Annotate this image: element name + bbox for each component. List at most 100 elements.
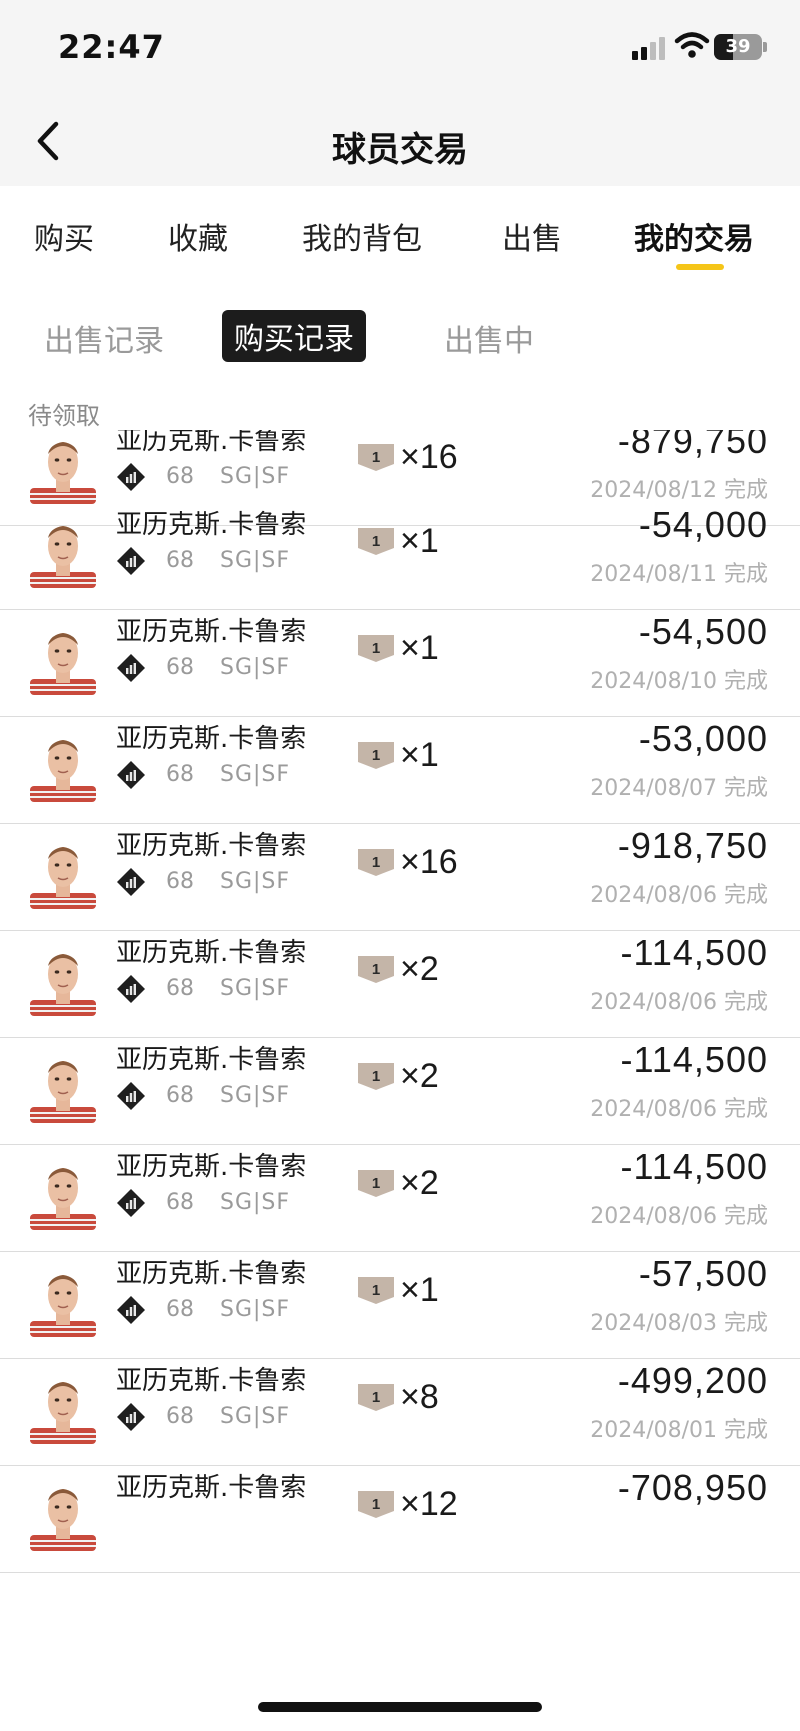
svg-text:1: 1	[372, 533, 380, 550]
player-name: 亚历克斯.卡鲁索	[116, 1045, 307, 1075]
price: -53,000	[638, 718, 768, 759]
price: -114,500	[620, 1039, 768, 1080]
player-positions: SG|SF	[220, 1190, 291, 1215]
transaction-row[interactable]: 亚历克斯.卡鲁索 68 SG|SF 1 ×16 -918,750 2024/08…	[0, 813, 800, 931]
price: -54,000	[638, 504, 768, 545]
rating-badge-icon	[117, 463, 145, 491]
price: -114,500	[620, 932, 768, 973]
svg-text:1: 1	[372, 1068, 380, 1085]
completion-date: 2024/08/06 完成	[590, 883, 768, 908]
svg-text:1: 1	[372, 640, 380, 657]
tab-sell[interactable]: 出售	[502, 214, 562, 258]
transaction-row[interactable]: 亚历克斯.卡鲁索 68 SG|SF 1 ×2 -114,500 2024/08/…	[0, 920, 800, 1038]
player-rating: 68	[166, 1190, 194, 1215]
tier-badge-icon: 1	[358, 956, 394, 983]
quantity: ×2	[400, 950, 439, 988]
player-name: 亚历克斯.卡鲁索	[116, 510, 307, 540]
tier-badge-icon: 1	[358, 742, 394, 769]
player-positions: SG|SF	[220, 548, 291, 573]
player-positions: SG|SF	[220, 762, 291, 787]
tier-badge-icon: 1	[358, 444, 394, 471]
player-name: 亚历克斯.卡鲁索	[116, 1259, 307, 1289]
active-tab-indicator	[676, 264, 724, 270]
home-indicator[interactable]	[258, 1702, 542, 1712]
transaction-row[interactable]: 亚历克斯.卡鲁索 68 SG|SF 1 ×2 -114,500 2024/08/…	[0, 1027, 800, 1145]
player-positions: SG|SF	[220, 464, 291, 489]
transaction-row[interactable]: 亚历克斯.卡鲁索 68 SG|SF 1 ×2 -114,500 2024/08/…	[0, 1134, 800, 1252]
player-rating: 68	[166, 869, 194, 894]
transaction-list[interactable]: 亚历克斯.卡鲁索 68 SG|SF 1 ×16 -879,750 2024/08…	[0, 430, 800, 1660]
completion-date: 2024/08/06 完成	[590, 1097, 768, 1122]
price: -879,750	[617, 430, 768, 461]
rating-badge-icon	[117, 975, 145, 1003]
status-bar: 22:47 39	[0, 0, 800, 96]
player-name: 亚历克斯.卡鲁索	[116, 1152, 307, 1182]
rating-badge-icon	[117, 1403, 145, 1431]
tab-buy[interactable]: 购买	[34, 214, 94, 258]
tab-my-trades[interactable]: 我的交易	[634, 214, 754, 258]
transaction-row[interactable]: 亚历克斯.卡鲁索 68 SG|SF 1 ×1 -53,000 2024/08/0…	[0, 706, 800, 824]
tab-my-backpack[interactable]: 我的背包	[302, 214, 422, 258]
battery-percent: 39	[725, 36, 751, 57]
quantity: ×1	[400, 1271, 439, 1309]
quantity: ×12	[400, 1485, 458, 1523]
player-avatar	[30, 1382, 96, 1444]
price: -499,200	[617, 1360, 768, 1401]
transaction-row[interactable]: 亚历克斯.卡鲁索 68 SG|SF 1 ×1 -54,000 2024/08/1…	[0, 492, 800, 610]
quantity: ×16	[400, 438, 458, 476]
tab-favorites[interactable]: 收藏	[168, 214, 228, 258]
tier-badge-icon: 1	[358, 849, 394, 876]
player-rating: 68	[166, 655, 194, 680]
rating-badge-icon	[117, 868, 145, 896]
svg-text:1: 1	[372, 747, 380, 764]
tier-badge-icon: 1	[358, 1063, 394, 1090]
completion-date: 2024/08/01 完成	[590, 1418, 768, 1443]
svg-text:1: 1	[372, 854, 380, 871]
cellular-signal-icon	[632, 36, 668, 60]
completion-date: 2024/08/11 完成	[590, 562, 768, 587]
rating-badge-icon	[117, 1189, 145, 1217]
player-rating: 68	[166, 1083, 194, 1108]
quantity: ×2	[400, 1164, 439, 1202]
player-avatar	[30, 740, 96, 802]
section-label-pending: 待领取	[28, 402, 100, 430]
rating-badge-icon	[117, 1082, 145, 1110]
status-time: 22:47	[58, 28, 165, 66]
transaction-row[interactable]: 亚历克斯.卡鲁索 68 SG|SF 1 ×8 -499,200 2024/08/…	[0, 1348, 800, 1466]
price: -708,950	[617, 1467, 768, 1508]
player-positions: SG|SF	[220, 976, 291, 1001]
subtab-on-sale[interactable]: 出售中	[444, 316, 534, 360]
rating-badge-icon	[117, 1296, 145, 1324]
player-avatar	[30, 1489, 96, 1551]
quantity: ×1	[400, 522, 439, 560]
svg-text:1: 1	[372, 1496, 380, 1513]
player-rating: 68	[166, 762, 194, 787]
wifi-icon	[674, 32, 710, 58]
tier-badge-icon: 1	[358, 635, 394, 662]
player-name: 亚历克斯.卡鲁索	[116, 724, 307, 754]
battery-icon: 39	[714, 34, 762, 60]
svg-text:1: 1	[372, 1175, 380, 1192]
player-avatar	[30, 526, 96, 588]
subtab-sell-records[interactable]: 出售记录	[44, 316, 164, 360]
price: -918,750	[617, 825, 768, 866]
transaction-row[interactable]: 亚历克斯.卡鲁索 68 SG|SF 1 ×1 -54,500 2024/08/1…	[0, 599, 800, 717]
player-positions: SG|SF	[220, 1404, 291, 1429]
player-avatar	[30, 633, 96, 695]
transaction-row[interactable]: 亚历克斯.卡鲁索 68 SG|SF 1 ×1 -57,500 2024/08/0…	[0, 1241, 800, 1359]
tier-badge-icon: 1	[358, 1170, 394, 1197]
player-rating: 68	[166, 976, 194, 1001]
player-rating: 68	[166, 1297, 194, 1322]
completion-date: 2024/08/03 完成	[590, 1311, 768, 1336]
player-name: 亚历克斯.卡鲁索	[116, 430, 307, 456]
svg-text:1: 1	[372, 1389, 380, 1406]
subtab-pointer	[292, 354, 308, 362]
tier-badge-icon: 1	[358, 1384, 394, 1411]
price: -114,500	[620, 1146, 768, 1187]
svg-text:1: 1	[372, 961, 380, 978]
tier-badge-icon: 1	[358, 528, 394, 555]
svg-text:1: 1	[372, 449, 380, 466]
battery-tip	[763, 42, 767, 52]
transaction-row[interactable]: 亚历克斯.卡鲁索 1 ×12 -708,950	[0, 1455, 800, 1573]
player-name: 亚历克斯.卡鲁索	[116, 938, 307, 968]
